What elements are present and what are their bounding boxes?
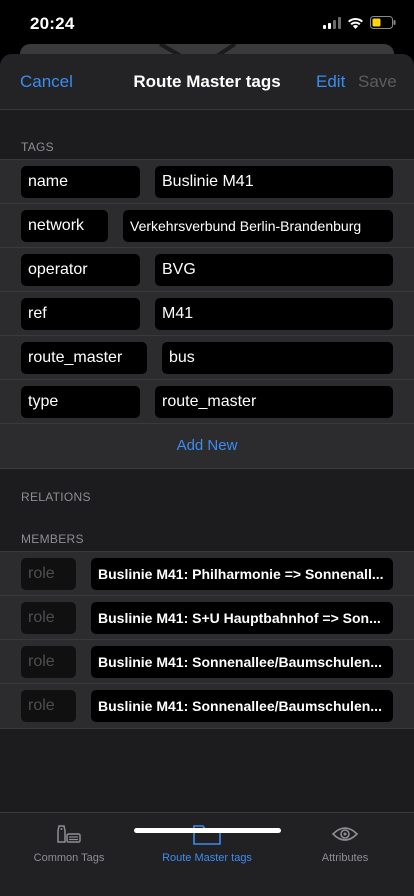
tag-row: type route_master [0,380,414,424]
tab-attributes[interactable]: Attributes [276,819,414,864]
relations-section-header: RELATIONS [21,490,91,504]
tag-value-field[interactable]: Buslinie M41 [155,166,393,198]
member-row: role Buslinie M41: S+U Hauptbahnhof => S… [0,596,414,640]
member-link[interactable]: Buslinie M41: S+U Hauptbahnhof => Son... [91,602,393,634]
tag-key-field[interactable]: network [21,210,108,242]
tag-row: name Buslinie M41 [0,160,414,204]
members-table: role Buslinie M41: Philharmonie => Sonne… [0,551,414,729]
status-time: 20:24 [30,14,75,33]
member-row: role Buslinie M41: Philharmonie => Sonne… [0,552,414,596]
status-icons [323,16,396,34]
battery-icon [370,16,396,34]
member-role-field[interactable]: role [21,602,76,634]
add-new-tag-button[interactable]: Add New [0,424,414,468]
tag-row: ref M41 [0,292,414,336]
route-master-sheet: Cancel Route Master tags Edit Save TAGS … [0,54,414,896]
tag-icon [0,819,138,849]
tag-value-field[interactable]: BVG [155,254,393,286]
signal-icon [323,16,341,34]
navigation-bar: Cancel Route Master tags Edit Save [0,54,414,110]
tab-common-tags[interactable]: Common Tags [0,819,138,864]
members-section-header: MEMBERS [21,532,84,546]
eye-icon [276,819,414,849]
tag-key-field[interactable]: name [21,166,140,198]
tag-value-field[interactable]: bus [162,342,393,374]
tag-value-field[interactable]: M41 [155,298,393,330]
member-link[interactable]: Buslinie M41: Philharmonie => Sonnenall.… [91,558,393,590]
edit-button[interactable]: Edit [316,72,345,92]
member-role-field[interactable]: role [21,690,76,722]
member-row: role Buslinie M41: Sonnenallee/Baumschul… [0,640,414,684]
tag-row: operator BVG [0,248,414,292]
member-row: role Buslinie M41: Sonnenallee/Baumschul… [0,684,414,728]
tab-bar: Common Tags Route Master tags Attributes [0,812,414,896]
tag-value-field[interactable]: route_master [155,386,393,418]
tab-route-master-tags[interactable]: Route Master tags [138,819,276,864]
tag-key-field[interactable]: operator [21,254,140,286]
tag-key-field[interactable]: route_master [21,342,147,374]
tab-label: Attributes [321,852,369,864]
save-button[interactable]: Save [358,72,397,92]
wifi-icon [347,16,364,34]
tag-row: network Verkehrsverbund Berlin-Brandenbu… [0,204,414,248]
tag-value-field[interactable]: Verkehrsverbund Berlin-Brandenburg [123,210,393,242]
member-role-field[interactable]: role [21,558,76,590]
status-bar: 20:24 [0,0,414,46]
member-link[interactable]: Buslinie M41: Sonnenallee/Baumschulen... [91,646,393,678]
tags-table: name Buslinie M41 network Verkehrsverbun… [0,159,414,469]
tag-row: route_master bus [0,336,414,380]
home-indicator[interactable] [134,828,281,833]
member-role-field[interactable]: role [21,646,76,678]
folder-icon [138,819,276,849]
page-title: Route Master tags [133,72,281,91]
tab-label: Common Tags [33,852,105,864]
tag-key-field[interactable]: type [21,386,140,418]
member-link[interactable]: Buslinie M41: Sonnenallee/Baumschulen... [91,690,393,722]
tag-key-field[interactable]: ref [21,298,140,330]
tab-label: Route Master tags [162,852,252,864]
tags-section-header: TAGS [21,140,54,154]
